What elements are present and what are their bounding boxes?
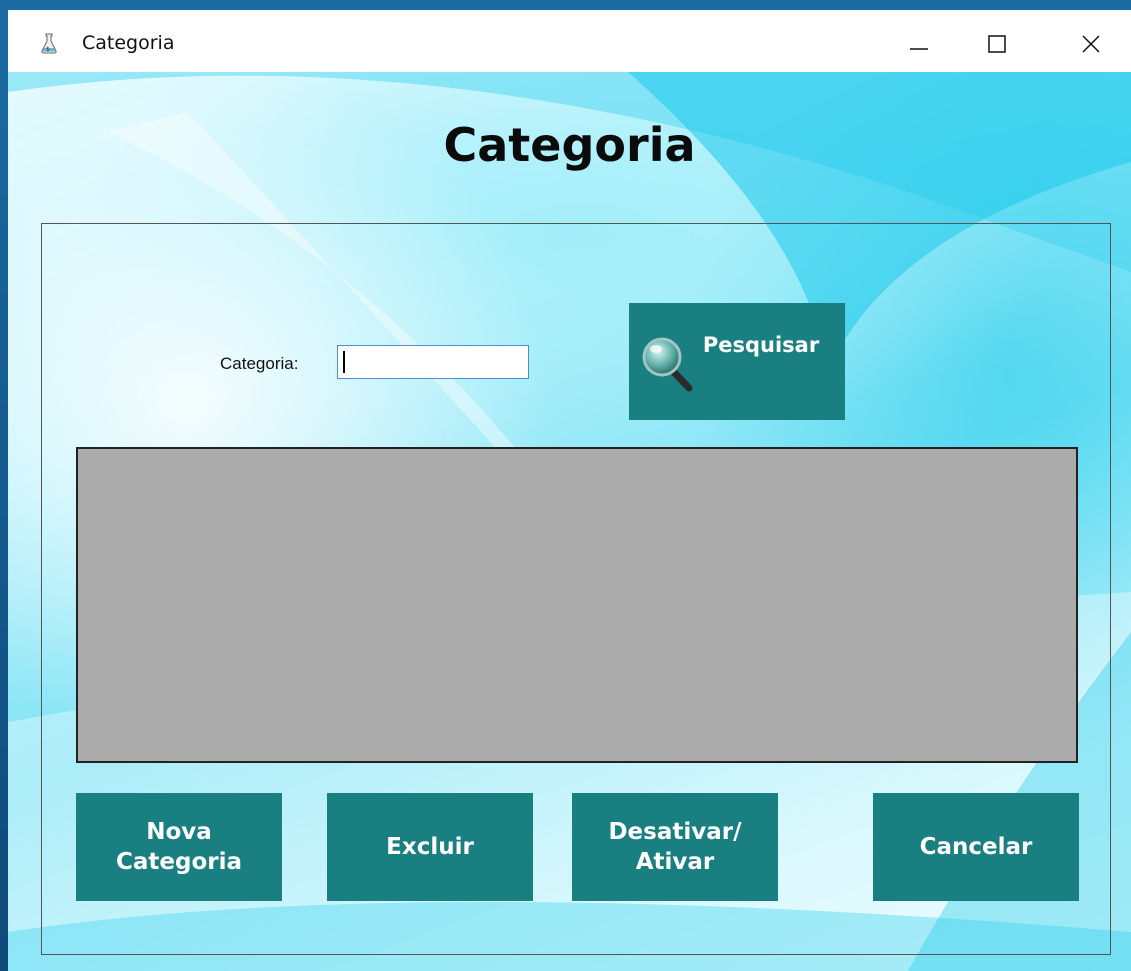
categoria-search-input[interactable]: [337, 345, 529, 379]
page-title: Categoria: [443, 118, 696, 172]
minimize-button[interactable]: [888, 16, 950, 72]
search-button-label: Pesquisar: [702, 333, 820, 357]
close-icon: [1082, 35, 1100, 53]
delete-label: Excluir: [386, 834, 474, 860]
app-icon: $: [41, 33, 57, 54]
title-bar[interactable]: $ Categoria: [8, 10, 1131, 72]
magnifier-icon: [642, 337, 693, 392]
window-top-border: [0, 0, 1131, 10]
search-button[interactable]: Pesquisar: [629, 303, 845, 420]
cancel-button[interactable]: Cancelar: [873, 793, 1079, 901]
minimize-icon: [910, 48, 928, 50]
window-left-border: [0, 0, 8, 971]
window-title: Categoria: [82, 32, 175, 54]
categoria-label: Categoria:: [220, 354, 299, 373]
form-client-area: Categoria Categoria: Pesquisar Nova Cate…: [8, 72, 1131, 971]
delete-button[interactable]: Excluir: [327, 793, 533, 901]
maximize-button[interactable]: [966, 16, 1028, 72]
categoria-window: $ Categoria Categoria Categoria: Pesquis…: [8, 10, 1131, 971]
maximize-icon: [988, 35, 1006, 53]
new-category-button[interactable]: Nova Categoria: [76, 793, 282, 901]
text-caret: [343, 351, 345, 373]
svg-text:$: $: [46, 46, 50, 53]
cancel-label: Cancelar: [919, 834, 1033, 860]
close-button[interactable]: [1060, 16, 1122, 72]
new-category-label: Nova Categoria: [115, 819, 242, 875]
toggle-active-button[interactable]: Desativar/ Ativar: [572, 793, 778, 901]
toggle-active-label: Desativar/ Ativar: [608, 819, 742, 875]
categories-data-grid[interactable]: [76, 447, 1078, 763]
